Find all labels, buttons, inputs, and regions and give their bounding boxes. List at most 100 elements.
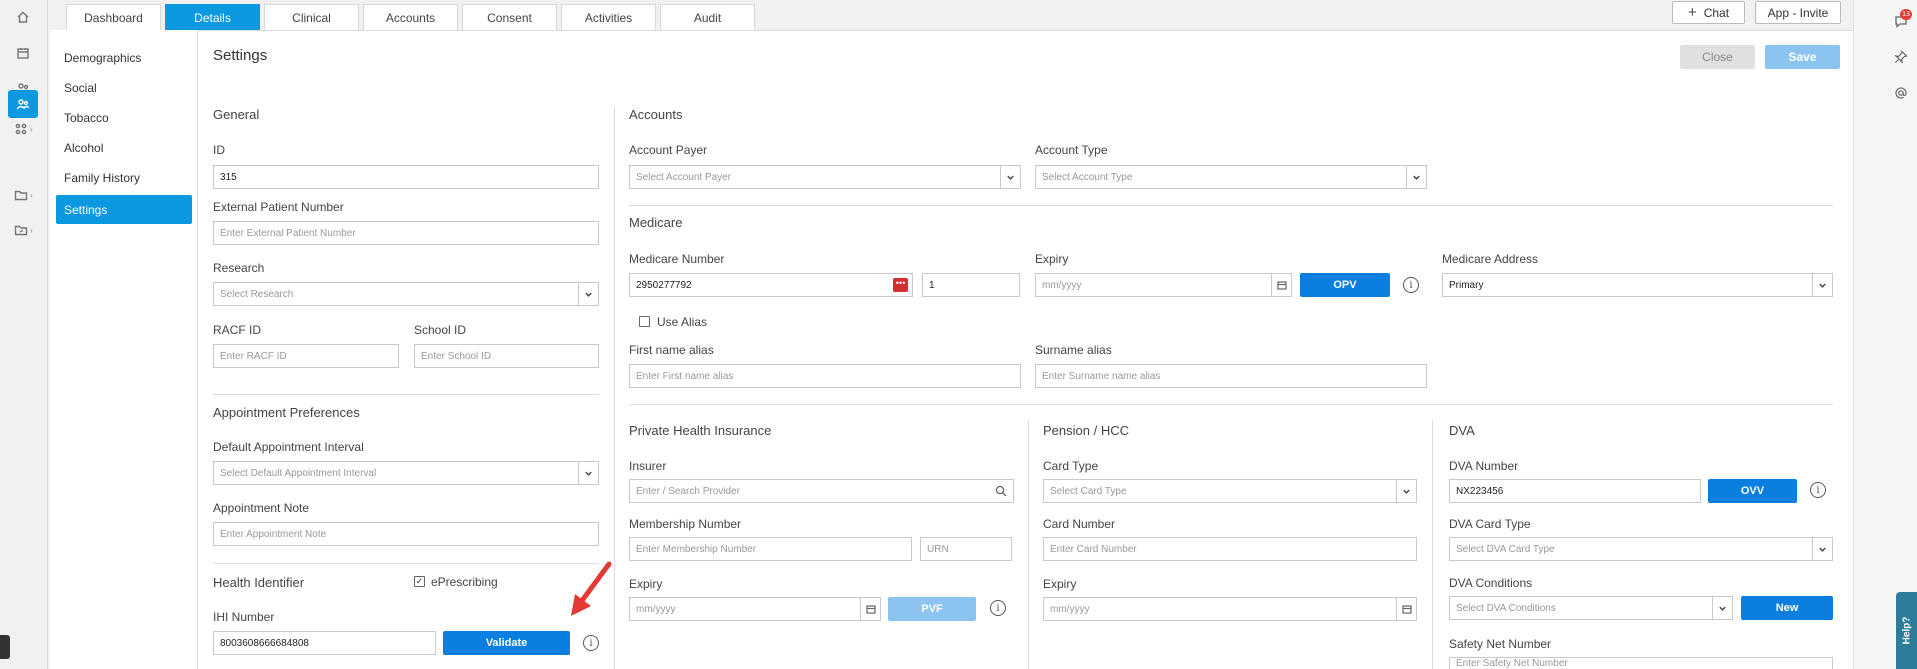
school-id-field[interactable]: Enter School ID <box>414 344 599 368</box>
column-divider <box>614 107 615 669</box>
medicare-expiry-label: Expiry <box>1035 252 1069 266</box>
research-placeholder: Select Research <box>220 288 294 300</box>
use-alias-label: Use Alias <box>657 315 708 329</box>
sidebar-item-social[interactable]: Social <box>56 73 192 102</box>
pension-hcc-title: Pension / HCC <box>1043 423 1129 438</box>
card-type-placeholder: Select Card Type <box>1050 485 1127 497</box>
private-health-insurance-title: Private Health Insurance <box>629 423 772 438</box>
chevron-down-icon[interactable] <box>1812 274 1832 296</box>
tab-audit[interactable]: Audit <box>660 4 755 30</box>
red-arrow-annotation <box>571 561 612 616</box>
new-condition-button[interactable]: New <box>1741 596 1833 620</box>
research-select[interactable]: Select Research <box>213 282 599 306</box>
safety-net-number-field[interactable]: Enter Safety Net Number <box>1449 657 1833 669</box>
calendar-icon[interactable] <box>1271 274 1291 296</box>
racf-id-field[interactable]: Enter RACF ID <box>213 344 399 368</box>
account-type-placeholder: Select Account Type <box>1042 171 1133 183</box>
app-invite-button[interactable]: App - Invite <box>1755 1 1841 24</box>
patient-icon[interactable] <box>8 90 38 118</box>
sidebar-item-family-history[interactable]: Family History <box>56 163 192 192</box>
sidebar-item-settings[interactable]: Settings <box>56 195 192 224</box>
calendar-icon[interactable] <box>8 39 38 67</box>
phi-expiry-field[interactable]: mm/yyyy <box>629 597 881 621</box>
search-icon[interactable] <box>995 485 1007 497</box>
medicare-expiry-placeholder: mm/yyyy <box>1042 279 1082 291</box>
chevron-down-icon[interactable] <box>1396 480 1416 502</box>
chat-button[interactable]: + Chat <box>1672 1 1745 24</box>
tab-clinical[interactable]: Clinical <box>264 4 359 30</box>
pin-icon[interactable] <box>1894 50 1908 64</box>
card-type-select[interactable]: Select Card Type <box>1043 479 1417 503</box>
id-field[interactable]: 315 <box>213 165 599 189</box>
racf-id-label: RACF ID <box>213 323 261 337</box>
help-tab[interactable]: Help? <box>1896 592 1917 669</box>
insurer-search-field[interactable]: Enter / Search Provider <box>629 479 1014 503</box>
account-type-label: Account Type <box>1035 143 1108 157</box>
dva-number-field[interactable]: NX223456 <box>1449 479 1701 503</box>
tab-accounts[interactable]: Accounts <box>363 4 458 30</box>
info-icon[interactable]: i <box>990 600 1006 616</box>
membership-number-field[interactable]: Enter Membership Number <box>629 537 912 561</box>
insurer-label: Insurer <box>629 459 667 473</box>
urn-field[interactable]: URN <box>920 537 1012 561</box>
chevron-down-icon[interactable] <box>1712 597 1732 619</box>
dva-title: DVA <box>1449 423 1475 438</box>
surname-alias-field[interactable]: Enter Surname name alias <box>1035 364 1427 388</box>
info-icon[interactable]: i <box>1403 277 1419 293</box>
medicare-number-field[interactable]: 2950277792 ••• <box>629 273 913 297</box>
close-button[interactable]: Close <box>1680 45 1755 69</box>
medicare-irn-field[interactable]: 1 <box>922 273 1020 297</box>
info-icon[interactable]: i <box>583 635 599 651</box>
tab-consent[interactable]: Consent <box>462 4 557 30</box>
validate-button[interactable]: Validate <box>443 631 570 655</box>
use-alias-checkbox[interactable] <box>639 316 650 327</box>
external-patient-number-field[interactable]: Enter External Patient Number <box>213 221 599 245</box>
tab-details[interactable]: Details <box>165 4 260 30</box>
help-label: Help? <box>1901 616 1913 645</box>
health-identifier-title: Health Identifier <box>213 575 305 590</box>
home-icon[interactable] <box>8 3 38 31</box>
sidebar-item-tobacco[interactable]: Tobacco <box>56 103 192 132</box>
tab-dashboard[interactable]: Dashboard <box>66 4 161 30</box>
calendar-icon[interactable] <box>860 598 880 620</box>
account-payer-select[interactable]: Select Account Payer <box>629 165 1021 189</box>
at-mention-icon[interactable] <box>1894 86 1908 100</box>
side-handle[interactable] <box>0 635 10 659</box>
medicare-address-select[interactable]: Primary <box>1442 273 1833 297</box>
eprescribing-label: ePrescribing <box>431 575 498 589</box>
divider <box>213 563 599 564</box>
chevron-down-icon[interactable] <box>1000 166 1020 188</box>
card-type-label: Card Type <box>1043 459 1099 473</box>
card-scan-icon[interactable]: ••• <box>893 278 908 292</box>
medicare-number-label: Medicare Number <box>629 252 725 266</box>
pension-expiry-field[interactable]: mm/yyyy <box>1043 597 1417 621</box>
sidebar-item-demographics[interactable]: Demographics <box>56 43 192 72</box>
dva-conditions-select[interactable]: Select DVA Conditions <box>1449 596 1733 620</box>
medicare-expiry-field[interactable]: mm/yyyy <box>1035 273 1292 297</box>
card-number-field[interactable]: Enter Card Number <box>1043 537 1417 561</box>
pension-expiry-placeholder: mm/yyyy <box>1050 603 1090 615</box>
info-icon[interactable]: i <box>1810 482 1826 498</box>
plus-icon: + <box>1687 4 1697 21</box>
dva-card-type-select[interactable]: Select DVA Card Type <box>1449 537 1833 561</box>
ovv-button[interactable]: OVV <box>1708 479 1797 503</box>
calendar-icon[interactable] <box>1396 598 1416 620</box>
membership-number-label: Membership Number <box>629 517 742 531</box>
appointment-note-field[interactable]: Enter Appointment Note <box>213 522 599 546</box>
chevron-down-icon[interactable] <box>1812 538 1832 560</box>
pvf-button[interactable]: PVF <box>888 597 976 621</box>
account-type-select[interactable]: Select Account Type <box>1035 165 1427 189</box>
opv-button[interactable]: OPV <box>1300 273 1390 297</box>
tab-activities[interactable]: Activities <box>561 4 656 30</box>
chevron-right-icon: › <box>30 125 33 134</box>
save-button[interactable]: Save <box>1765 45 1840 69</box>
eprescribing-checkbox[interactable]: ✓ <box>414 576 425 587</box>
chevron-down-icon[interactable] <box>1406 166 1426 188</box>
divider <box>629 404 1833 405</box>
chevron-down-icon[interactable] <box>578 283 598 305</box>
chevron-down-icon[interactable] <box>578 462 598 484</box>
first-name-alias-field[interactable]: Enter First name alias <box>629 364 1021 388</box>
appointment-interval-select[interactable]: Select Default Appointment Interval <box>213 461 599 485</box>
ihi-number-field[interactable]: 8003608666684808 <box>213 631 436 655</box>
sidebar-item-alcohol[interactable]: Alcohol <box>56 133 192 162</box>
